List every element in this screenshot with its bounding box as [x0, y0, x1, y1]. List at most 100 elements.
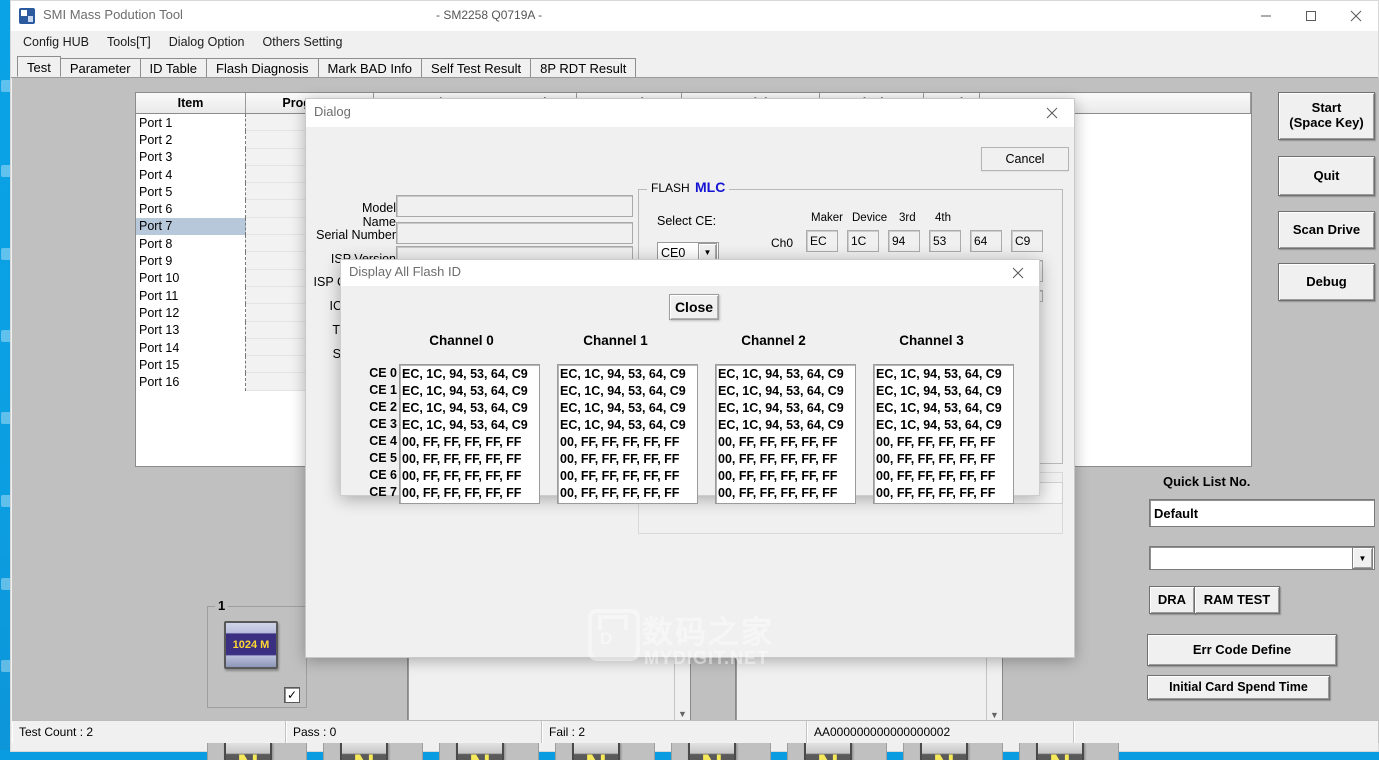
window-subtitle: - SM2258 Q0719A - — [436, 8, 543, 22]
flash-id-cell[interactable]: 53 — [929, 230, 961, 252]
close-icon[interactable] — [1030, 99, 1074, 127]
column-header-item[interactable]: Item — [136, 93, 246, 113]
card-icon[interactable]: N — [688, 741, 736, 760]
err-code-define-button[interactable]: Err Code Define — [1147, 634, 1337, 666]
flash-id-row: EC, 1C, 94, 53, 64, C9 — [718, 401, 844, 415]
cell-item: Port 16 — [136, 373, 246, 391]
tab-test[interactable]: Test — [17, 56, 61, 77]
flash-id-cell[interactable]: 1C — [847, 230, 879, 252]
flash-id-row: EC, 1C, 94, 53, 64, C9 — [876, 401, 1002, 415]
card-capacity-label: 1024 M — [232, 639, 270, 651]
quit-button[interactable]: Quit — [1278, 156, 1375, 196]
flash-id-cell[interactable]: 94 — [888, 230, 920, 252]
screen: SMI Mass Podution Tool - SM2258 Q0719A -… — [0, 0, 1379, 760]
flash-id-row: 00, FF, FF, FF, FF, FF — [560, 452, 680, 466]
flash-id-cell[interactable]: 64 — [970, 230, 1002, 252]
flash-id-title-bar: Display All Flash ID — [341, 260, 1039, 286]
minimize-icon[interactable] — [1243, 1, 1288, 31]
model-name-input[interactable] — [396, 195, 633, 217]
channel-1-id-list[interactable]: EC, 1C, 94, 53, 64, C9 EC, 1C, 94, 53, 6… — [557, 364, 698, 504]
tab-flash-diagnosis[interactable]: Flash Diagnosis — [206, 58, 319, 77]
cell-item: Port 4 — [136, 165, 246, 184]
card-icon[interactable]: N — [804, 741, 852, 760]
model-name-label: Model Name — [361, 201, 396, 229]
initial-card-spend-time-button[interactable]: Initial Card Spend Time — [1147, 675, 1330, 700]
cell-item: Port 3 — [136, 148, 246, 166]
menu-item-dialog-option[interactable]: Dialog Option — [169, 35, 245, 49]
flash-id-row: EC, 1C, 94, 53, 64, C9 — [560, 401, 686, 415]
channel-0-title: Channel 0 — [429, 333, 494, 348]
ce-label-column: CE 0 CE 1 CE 2 CE 3 CE 4 CE 5 CE 6 CE 7 — [351, 365, 397, 501]
ce-label: CE 2 — [369, 400, 397, 414]
tab-id-table[interactable]: ID Table — [139, 58, 208, 77]
scroll-down-icon[interactable]: ▼ — [678, 708, 687, 720]
card-state-label: N — [701, 751, 723, 760]
cell-item: Port 5 — [136, 183, 246, 201]
menu-bar: Config HUB Tools[T] Dialog Option Others… — [11, 31, 1378, 53]
card-icon[interactable]: N — [224, 741, 272, 760]
flash-id-row: 00, FF, FF, FF, FF, FF — [718, 486, 838, 500]
cell-item: Port 6 — [136, 200, 246, 218]
quick-list-label: Quick List No. — [1163, 474, 1251, 489]
card-icon[interactable]: N — [456, 741, 504, 760]
card-icon[interactable]: N — [572, 741, 620, 760]
dra-button[interactable]: DRA — [1149, 586, 1195, 614]
card-icon[interactable]: 1024 M — [224, 621, 278, 669]
tab-mark-bad-info[interactable]: Mark BAD Info — [317, 58, 423, 77]
tab-8p-rdt-result[interactable]: 8P RDT Result — [530, 58, 637, 77]
flash-id-cell[interactable]: EC — [806, 230, 838, 252]
serial-number-label: Serial Number — [316, 228, 396, 242]
chevron-down-icon[interactable]: ▼ — [1352, 547, 1373, 569]
close-button[interactable]: Close — [669, 294, 719, 320]
channel-2-id-list[interactable]: EC, 1C, 94, 53, 64, C9 EC, 1C, 94, 53, 6… — [715, 364, 856, 504]
cancel-button[interactable]: Cancel — [981, 147, 1069, 171]
flash-id-row: EC, 1C, 94, 53, 64, C9 — [560, 367, 686, 381]
menu-item-tools[interactable]: Tools[T] — [107, 35, 151, 49]
channel-3-id-list[interactable]: EC, 1C, 94, 53, 64, C9 EC, 1C, 94, 53, 6… — [873, 364, 1014, 504]
serial-number-input[interactable] — [396, 222, 633, 244]
ce-label: CE 3 — [369, 417, 397, 431]
card-icon[interactable]: N — [920, 741, 968, 760]
cell-item: Port 11 — [136, 286, 246, 305]
start-button[interactable]: Start (Space Key) — [1278, 92, 1375, 140]
flash-id-row: 00, FF, FF, FF, FF, FF — [718, 469, 838, 483]
tab-self-test-result[interactable]: Self Test Result — [421, 58, 532, 77]
debug-button[interactable]: Debug — [1278, 263, 1375, 301]
tab-parameter[interactable]: Parameter — [59, 58, 141, 77]
start-button-line2: (Space Key) — [1289, 115, 1364, 130]
flash-id-row: EC, 1C, 94, 53, 64, C9 — [718, 367, 844, 381]
flash-id-row: 00, FF, FF, FF, FF, FF — [560, 469, 680, 483]
card-slot-number: 1 — [215, 598, 229, 613]
flash-id-row: 00, FF, FF, FF, FF, FF — [876, 435, 996, 449]
quick-list-input[interactable]: Default — [1149, 499, 1375, 527]
maximize-icon[interactable] — [1288, 1, 1333, 31]
flash-id-cell[interactable]: C9 — [1011, 230, 1043, 252]
channel-1-title: Channel 1 — [583, 333, 648, 348]
card-select-checkbox[interactable]: ✓ — [284, 687, 300, 703]
right-button-panel: Start (Space Key) Quit Scan Drive Debug — [1260, 78, 1379, 723]
menu-item-config-hub[interactable]: Config HUB — [23, 35, 89, 49]
status-pass: Pass : 0 — [286, 721, 542, 743]
card-slot-group[interactable]: 1 1024 M ✓ — [207, 598, 307, 708]
cell-item: Port 8 — [136, 235, 246, 253]
ce-label: CE 0 — [369, 366, 397, 380]
cell-item: Port 1 — [136, 114, 246, 132]
cell-item: Port 7 — [136, 217, 246, 236]
card-icon[interactable]: N — [1036, 741, 1084, 760]
card-state-label: N — [469, 751, 491, 760]
ce-label: CE 5 — [369, 451, 397, 465]
close-icon[interactable] — [997, 260, 1039, 286]
close-icon[interactable] — [1333, 1, 1378, 31]
ram-test-button[interactable]: RAM TEST — [1194, 586, 1280, 614]
menu-item-others-setting[interactable]: Others Setting — [263, 35, 343, 49]
card-icon[interactable]: N — [340, 741, 388, 760]
select-ce-value: CE0 — [661, 245, 686, 260]
quick-list-combo[interactable]: ▼ — [1149, 546, 1375, 570]
flash-id-row: EC, 1C, 94, 53, 64, C9 — [876, 367, 1002, 381]
channel-2-title: Channel 2 — [741, 333, 806, 348]
start-button-line1: Start — [1311, 100, 1342, 116]
cell-item: Port 10 — [136, 269, 246, 287]
channel-0-id-list[interactable]: EC, 1C, 94, 53, 64, C9 EC, 1C, 94, 53, 6… — [399, 364, 540, 504]
flash-id-row: EC, 1C, 94, 53, 64, C9 — [402, 367, 528, 381]
scan-drive-button[interactable]: Scan Drive — [1278, 211, 1375, 249]
